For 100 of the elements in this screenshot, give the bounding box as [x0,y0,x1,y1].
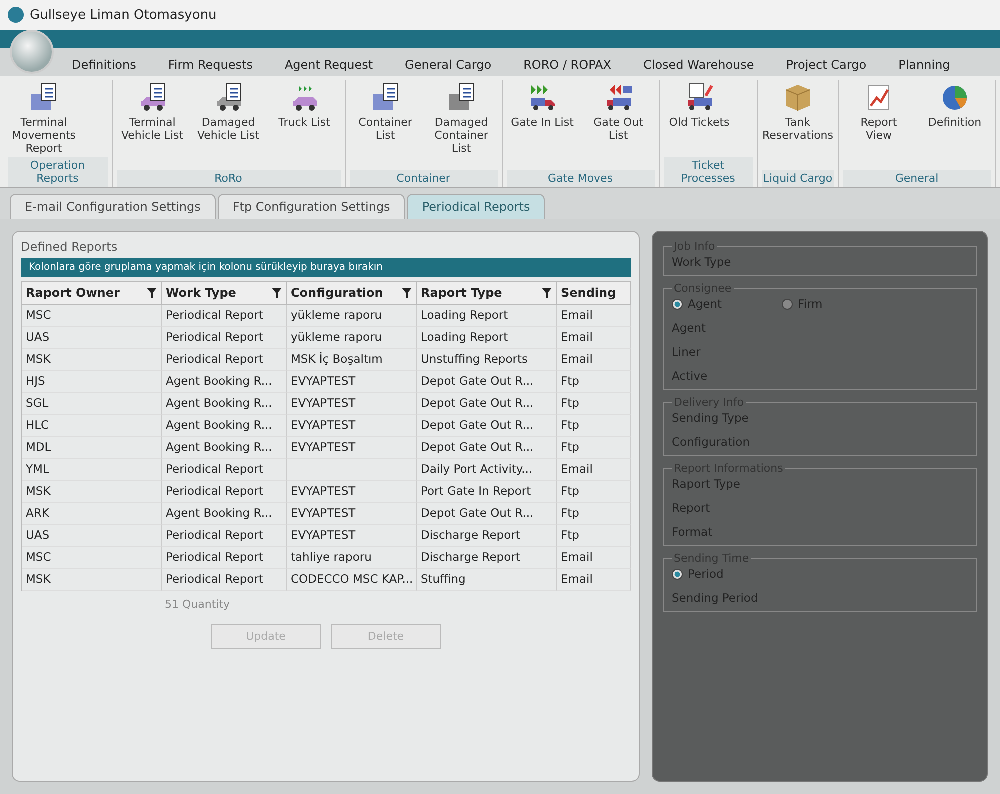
table-cell: MSK [22,349,162,371]
filter-icon[interactable] [402,288,412,298]
table-cell: Discharge Report [417,525,557,547]
table-cell: MSK İç Boşaltım [287,349,417,371]
table-cell: HJS [22,371,162,393]
ribbon-group-label: General [843,170,991,187]
table-cell: SGL [22,393,162,415]
application-menu-button[interactable] [10,30,54,74]
table-cell: Ftp [557,415,631,437]
column-header[interactable]: Work Type [162,281,287,305]
ribbon-button[interactable]: Old Tickets [664,80,736,157]
table-cell: YML [22,459,162,481]
table-cell: Email [557,327,631,349]
ribbon-group-label: Ticket Processes [664,157,753,187]
ribbon-button[interactable]: Damaged Container List [426,80,498,170]
table-cell: tahliye raporu [287,547,417,569]
ribbon-tab[interactable]: Closed Warehouse [629,54,768,76]
table-cell: Agent Booking R... [162,393,287,415]
ribbon-button[interactable]: Truck List [268,80,341,170]
column-header[interactable]: Raport Type [417,281,557,305]
table-cell: Email [557,547,631,569]
table-cell: MDL [22,437,162,459]
app-logo-icon [8,7,24,23]
table-cell: Periodical Report [162,481,287,503]
table-cell: Port Gate In Report [417,481,557,503]
table-cell: Loading Report [417,327,557,349]
table-cell: Periodical Report [162,327,287,349]
tab[interactable]: E-mail Configuration Settings [10,194,216,219]
filter-icon[interactable] [542,288,552,298]
table-cell: MSC [22,547,162,569]
ribbon-tab[interactable]: General Cargo [391,54,506,76]
ribbon-tab[interactable]: Definitions [58,54,150,76]
ribbon-button[interactable]: Container List [350,80,422,170]
table-cell: Depot Gate Out R... [417,371,557,393]
table-cell: Email [557,459,631,481]
ribbon-tab[interactable]: Project Cargo [772,54,881,76]
column-header[interactable]: Raport Owner [22,281,162,305]
table-cell: Stuffing [417,569,557,591]
table-cell: Periodical Report [162,525,287,547]
table-cell: Ftp [557,371,631,393]
ribbon-tab[interactable]: RORO / ROPAX [510,54,626,76]
ribbon-group-label: Operation Reports [8,157,108,187]
ribbon-button[interactable]: Damaged Vehicle List [192,80,265,170]
ribbon-button[interactable]: Gate Out List [582,80,655,170]
ribbon-button[interactable]: Definition [919,80,991,170]
table-cell: Email [557,305,631,327]
ribbon-button[interactable]: Report View [843,80,915,170]
table-cell: Ftp [557,393,631,415]
table-cell: Depot Gate Out R... [417,415,557,437]
ribbon-group-label: Container [350,170,498,187]
table-cell: Daily Port Activity... [417,459,557,481]
filter-icon[interactable] [147,288,157,298]
radio-icon[interactable] [672,298,683,310]
table-cell: yükleme raporu [287,327,417,349]
row-count: 51 Quantity [164,597,232,613]
tab[interactable]: Ftp Configuration Settings [218,194,406,219]
table-cell: HLC [22,415,162,437]
table-cell: Unstuffing Reports [417,349,557,371]
field-label: Report [672,501,712,515]
column-header[interactable]: Configuration [287,281,417,305]
radio-icon[interactable] [782,298,794,310]
table-cell: Periodical Report [162,305,287,327]
table-cell: UAS [22,327,162,349]
field-label: Active [672,369,709,383]
table-cell: Agent Booking R... [162,415,287,437]
ribbon-button[interactable]: Terminal Vehicle List [116,80,189,170]
ribbon-button[interactable]: Tank Reservations [762,80,834,170]
table-cell: Ftp [557,525,631,547]
table-cell: Periodical Report [162,349,287,371]
table-cell: EVYAPTEST [287,481,417,503]
table-cell: EVYAPTEST [287,503,417,525]
ribbon-group-label: Gate Moves [506,170,655,187]
ribbon-tab[interactable]: Planning [884,54,964,76]
table-cell: Depot Gate Out R... [417,393,557,415]
table-cell: MSK [22,569,162,591]
ribbon-tab[interactable]: Agent Request [270,54,388,76]
field-label: Work Type [672,255,732,269]
table-cell: yükleme raporu [287,305,417,327]
ribbon-button[interactable]: Terminal Movements Report [8,80,80,157]
ribbon-button[interactable]: Gate In List [506,80,579,170]
filter-icon[interactable] [272,288,282,298]
ribbon-tab[interactable]: Firm Requests [154,54,267,76]
ribbon-group-label: Liquid Cargo [762,170,834,187]
table-cell: Periodical Report [162,547,287,569]
table-cell: ARK [22,503,162,525]
field-label: Configuration [672,435,751,449]
tab[interactable]: Periodical Reports [407,194,546,219]
field-label: Liner [672,345,702,359]
table-cell: Email [557,349,631,371]
table-cell: Depot Gate Out R... [417,437,557,459]
table-cell: Ftp [557,437,631,459]
field-label: Sending Period [672,591,760,605]
table-cell: EVYAPTEST [287,371,417,393]
table-cell: Email [557,569,631,591]
column-header[interactable]: Sending [557,281,631,305]
radio-icon[interactable] [672,568,683,580]
table-cell: EVYAPTEST [287,437,417,459]
table-cell: Ftp [557,481,631,503]
table-cell: Agent Booking R... [162,503,287,525]
field-label: Raport Type [672,477,742,491]
